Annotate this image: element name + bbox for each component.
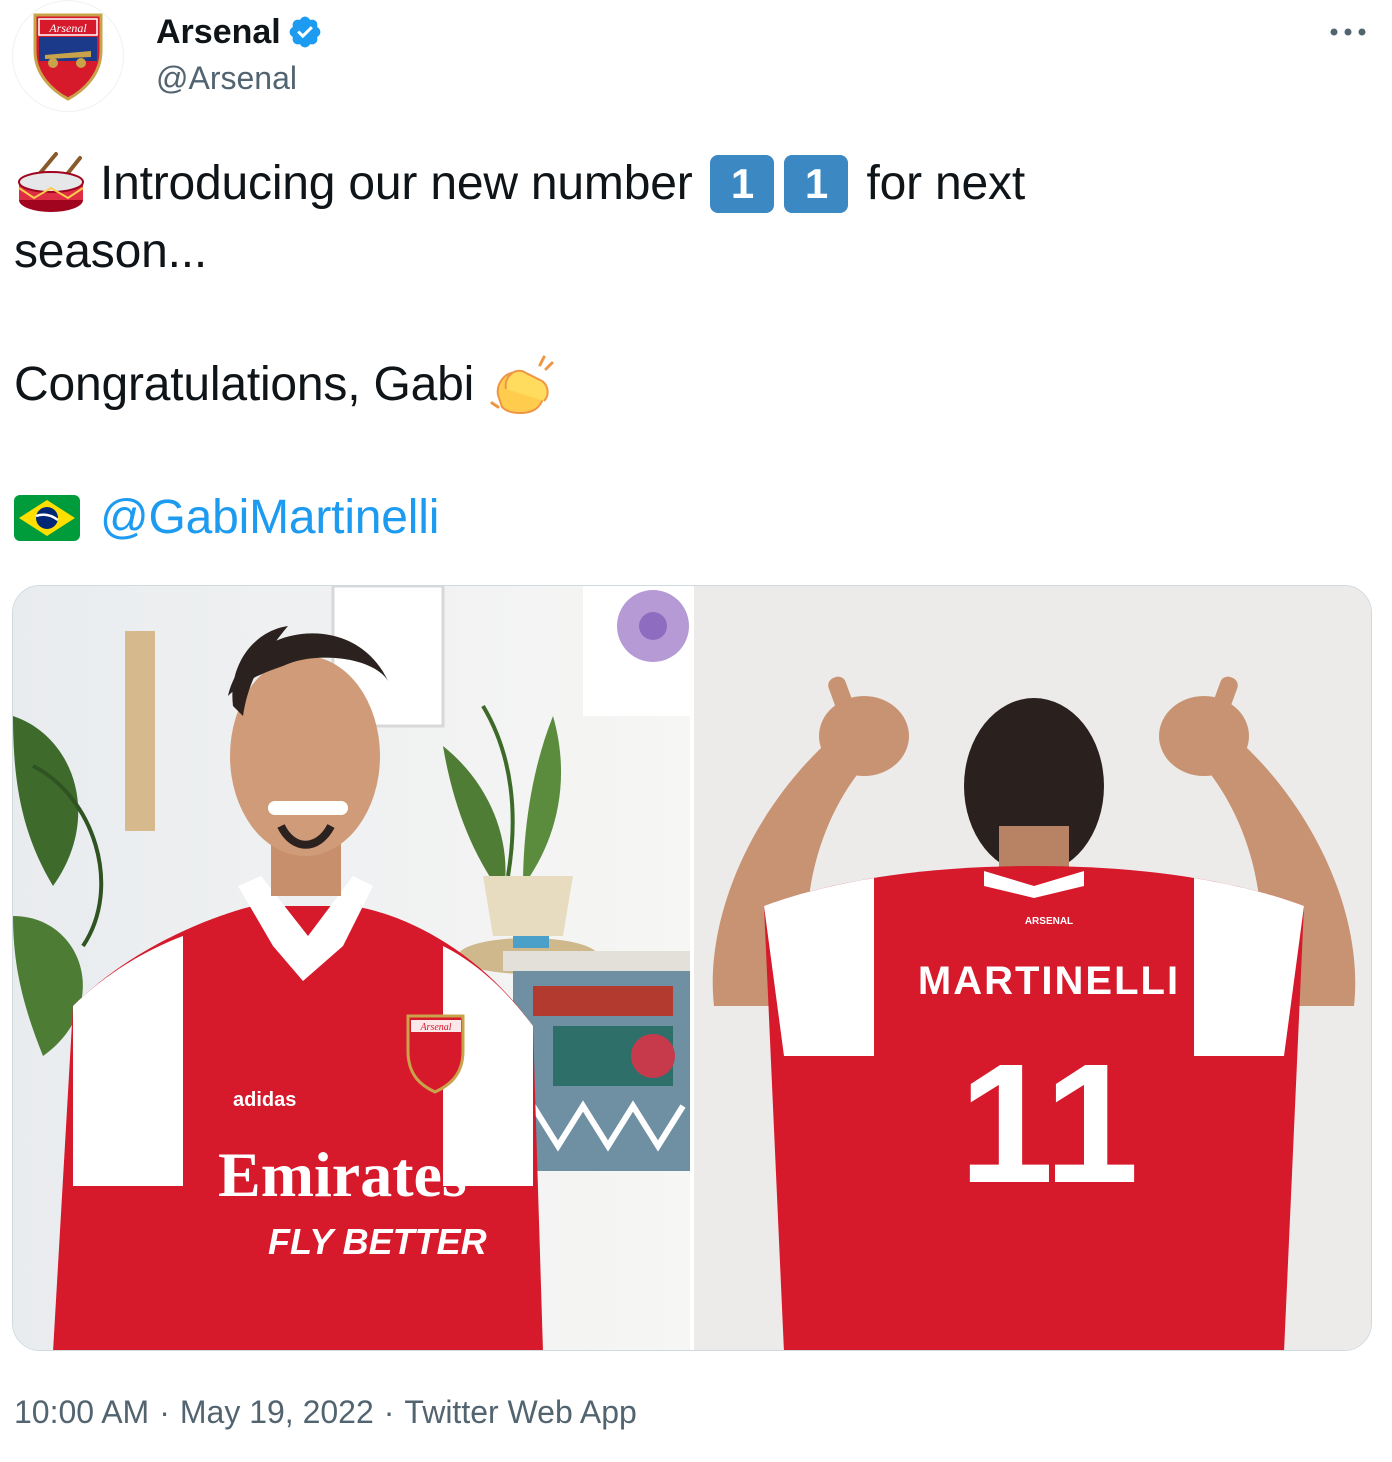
photo-left-crest-text: Arsenal (419, 1022, 451, 1033)
more-options-button[interactable] (1324, 14, 1372, 50)
tweet: Arsenal Arsenal @Arsenal Introducing our… (0, 0, 1392, 1462)
tweet-line-1-part-2: for next (866, 157, 1025, 210)
photo-left-sponsor-line-2: FLY BETTER (268, 1221, 487, 1262)
tweet-line-3-text: Congratulations, Gabi (14, 358, 475, 411)
display-name-row: Arsenal (156, 10, 323, 54)
keycap-digit-one-icon-2: 1 (784, 155, 849, 213)
photo-left-image: Arsenal adidas Emirates FLY BETTER (13, 586, 690, 1350)
keycap-digit-one-icon: 1 (710, 155, 775, 213)
arsenal-crest-icon: Arsenal (33, 13, 103, 101)
tweet-date[interactable]: May 19, 2022 (180, 1394, 374, 1431)
tweet-source[interactable]: Twitter Web App (404, 1394, 636, 1431)
tweet-line-1: Introducing our new number 1 1 for next (14, 150, 1374, 218)
avatar-crest-text: Arsenal (48, 21, 87, 35)
meta-separator-2: · (383, 1394, 395, 1430)
tweet-line-1-part-1: Introducing our new number (100, 157, 693, 210)
verified-badge-icon (289, 16, 321, 48)
clapping-hands-emoji-icon (488, 353, 558, 417)
photo-right-shirt-number: 11 (959, 1029, 1139, 1219)
tweet-text: Introducing our new number 1 1 for next … (14, 150, 1374, 552)
author-handle[interactable]: @Arsenal (156, 60, 323, 97)
tweet-time[interactable]: 10:00 AM (14, 1394, 149, 1431)
more-dots-icon (1330, 28, 1366, 36)
tweet-line-3: Congratulations, Gabi (14, 351, 1374, 419)
author-info: Arsenal @Arsenal (156, 10, 323, 97)
drum-emoji-icon (14, 152, 88, 216)
photo-right-image: ARSENAL MARTINELLI 11 (694, 586, 1371, 1350)
media-grid: Arsenal adidas Emirates FLY BETTER ARSEN… (12, 585, 1372, 1351)
tweet-meta: 10:00 AM · May 19, 2022 · Twitter Web Ap… (14, 1394, 637, 1431)
tweet-line-2: season... (14, 225, 207, 278)
photo-right-club-text: ARSENAL (1025, 916, 1073, 927)
photo-left-brand-text: adidas (233, 1089, 296, 1111)
photo-right[interactable]: ARSENAL MARTINELLI 11 (694, 586, 1371, 1350)
photo-right-shirt-name: MARTINELLI (918, 959, 1180, 1003)
tweet-line-4: @GabiMartinelli (14, 484, 1374, 552)
mention-link[interactable]: @GabiMartinelli (100, 484, 439, 552)
avatar[interactable]: Arsenal (12, 0, 124, 112)
author-display-name[interactable]: Arsenal (156, 13, 281, 52)
photo-left-sponsor-line-1: Emirates (218, 1139, 467, 1210)
brazil-flag-emoji-icon (14, 495, 80, 541)
photo-left[interactable]: Arsenal adidas Emirates FLY BETTER (13, 586, 690, 1350)
meta-separator-1: · (159, 1394, 170, 1430)
